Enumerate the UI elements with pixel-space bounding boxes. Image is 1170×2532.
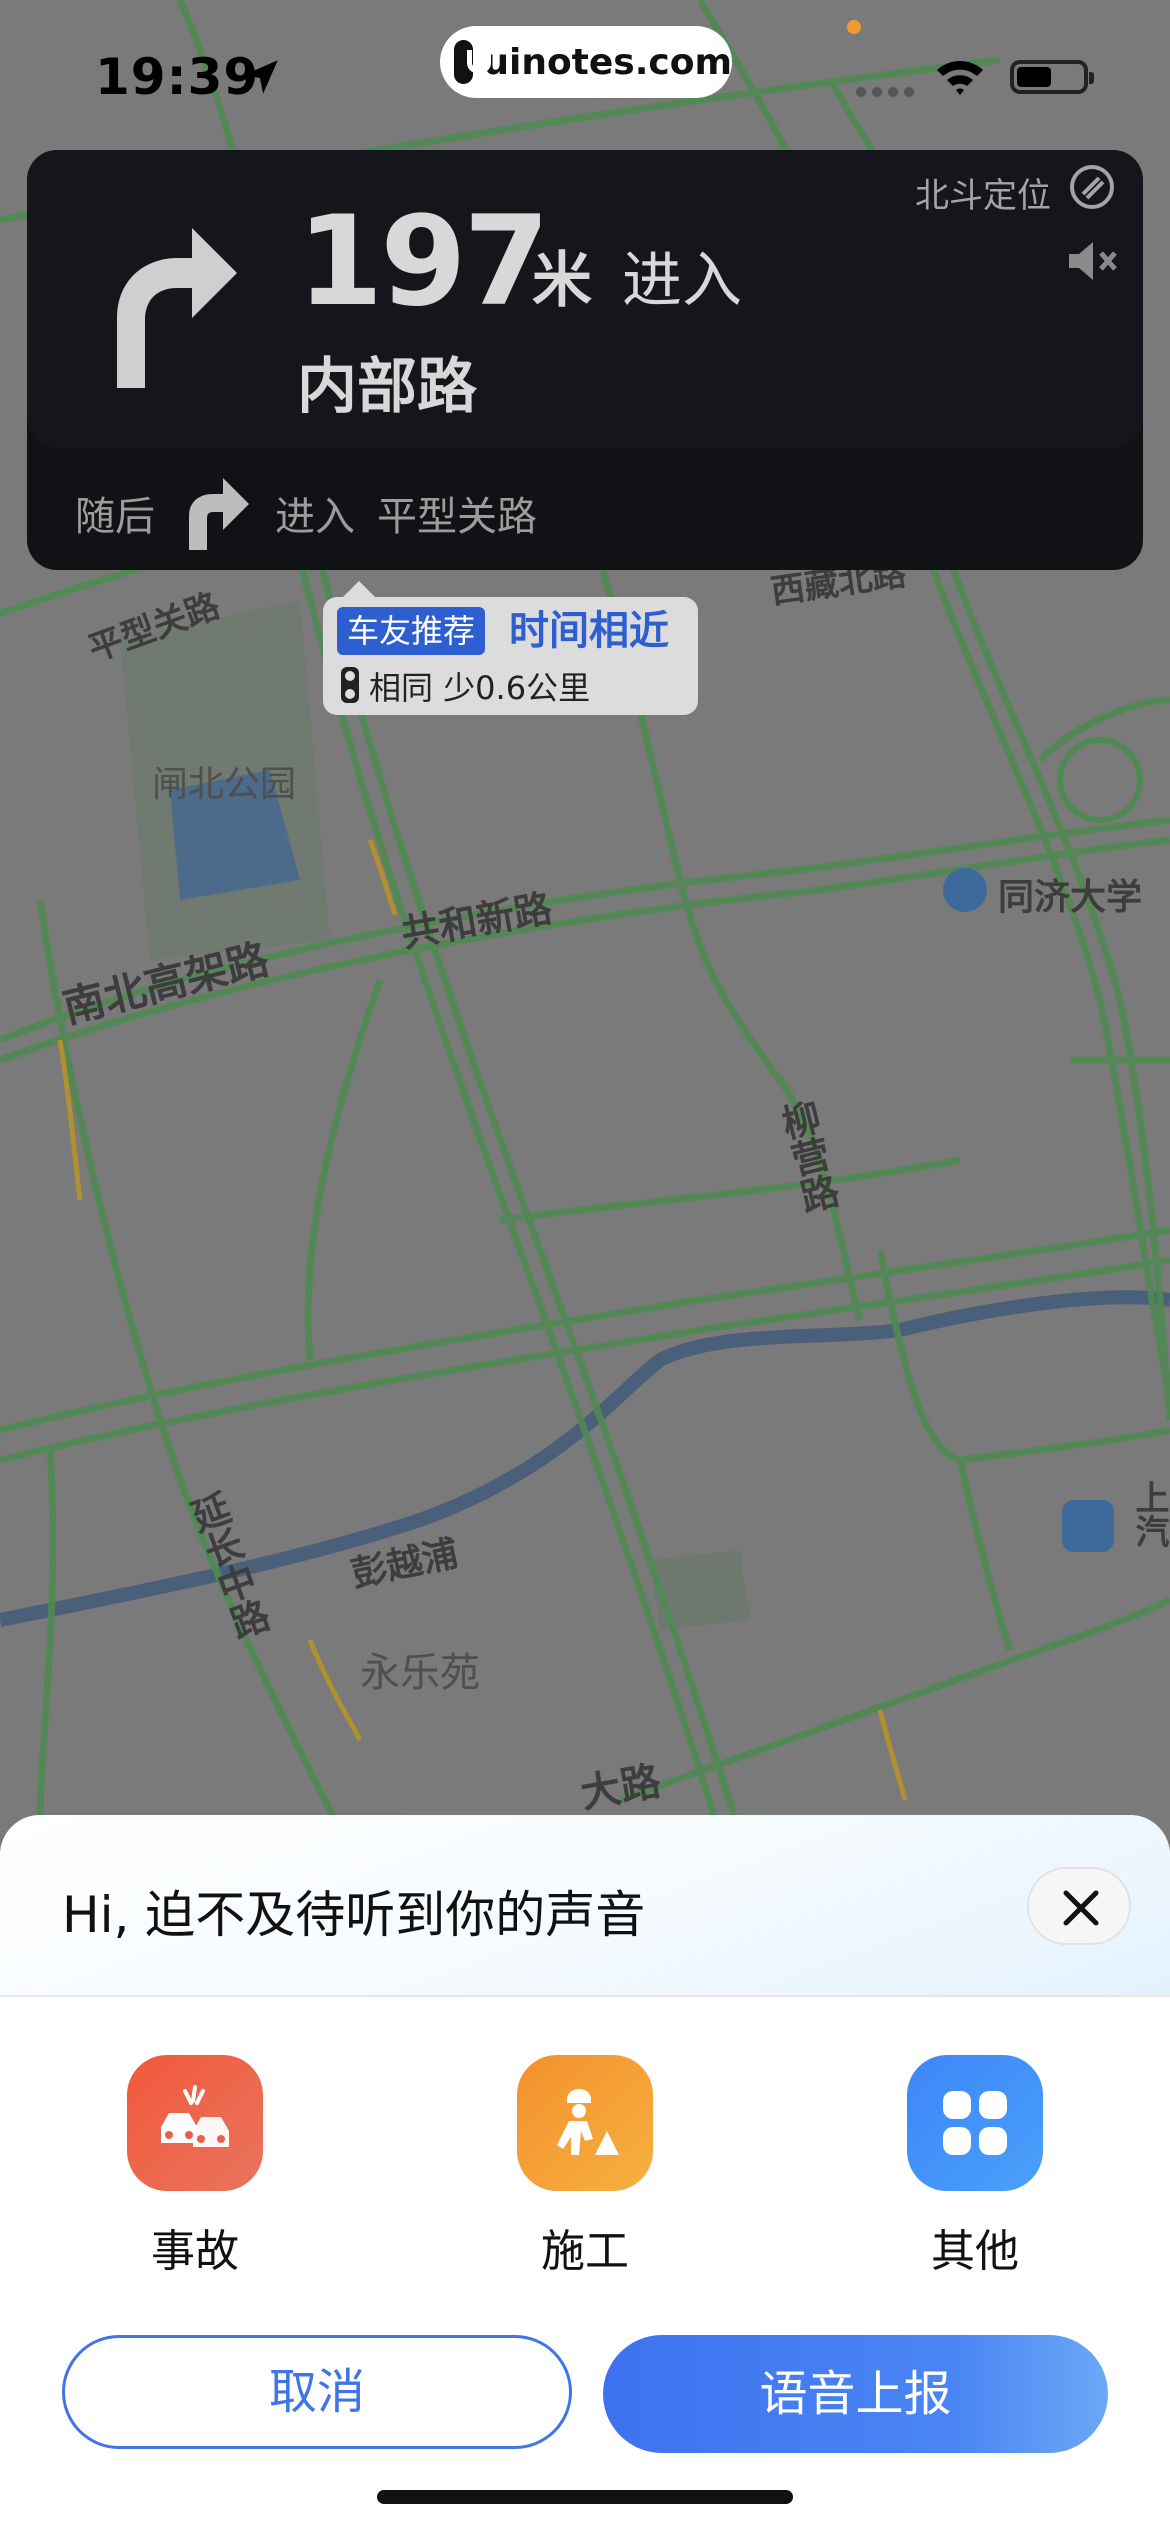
route-detail: 相同 少0.6公里: [369, 669, 591, 707]
next-step-label: 随后: [75, 494, 155, 540]
route-headline: 时间相近: [509, 608, 669, 654]
sheet-title: Hi, 迫不及待听到你的声音: [62, 1886, 646, 1944]
construction-tile: [517, 2055, 653, 2191]
nav-distance-unit: 米: [532, 246, 592, 316]
next-step-road: 平型关路: [377, 494, 537, 540]
close-button[interactable]: [1027, 1867, 1131, 1945]
satellite-icon: [1070, 165, 1114, 209]
report-option-label: 事故: [151, 2226, 239, 2277]
signal-icon: [856, 87, 914, 97]
map-label-shang-qi: 上汽: [1129, 1480, 1169, 1548]
map-label-zhabei-park: 闸北公园: [152, 764, 297, 805]
report-bottom-sheet: Hi, 迫不及待听到你的声音 事故 施工 其他 取消 语音上报: [0, 1815, 1170, 2532]
status-bar: 19:39 uinotes.com: [0, 0, 1170, 150]
route-recommendation-tip[interactable]: 车友推荐 时间相近 相同 少0.6公里: [323, 581, 698, 715]
watermark-text: uinotes.com: [483, 41, 732, 83]
privacy-indicator-dot: [847, 20, 861, 34]
nav-road-name: 内部路: [297, 352, 477, 422]
navigation-next-step: 随后 进入 平型关路: [27, 448, 1143, 570]
beidou-positioning-label: 北斗定位: [915, 176, 1051, 216]
nav-distance: 197: [297, 190, 550, 334]
next-turn-right-icon: [189, 478, 249, 550]
report-option-other[interactable]: 其他: [875, 2055, 1075, 2285]
map-label-yongleyuan: 永乐苑: [360, 1650, 480, 1696]
wifi-icon: [937, 61, 983, 95]
accident-tile: [127, 2055, 263, 2191]
traffic-light-icon: [341, 667, 359, 703]
voice-report-button[interactable]: 语音上报: [603, 2335, 1108, 2453]
nav-action: 进入: [622, 246, 742, 316]
route-badge: 车友推荐: [337, 607, 486, 655]
grid-icon: [943, 2091, 1007, 2155]
report-option-label: 施工: [541, 2226, 629, 2277]
construction-worker-icon: [557, 2089, 619, 2155]
next-step-action: 进入: [275, 494, 355, 540]
navigation-main: 197 米 进入 内部路 北斗定位: [27, 150, 1143, 448]
status-time: 19:39: [95, 48, 260, 106]
other-tile: [907, 2055, 1043, 2191]
mute-speaker-icon[interactable]: [1065, 238, 1121, 284]
report-option-label: 其他: [931, 2226, 1019, 2277]
report-option-accident[interactable]: 事故: [95, 2055, 295, 2285]
watermark-logo-icon: [454, 40, 492, 84]
navigation-panel[interactable]: 197 米 进入 内部路 北斗定位 随后 进入 平型关路: [27, 150, 1143, 570]
close-icon: [1063, 1890, 1099, 1926]
car-accident-icon: [161, 2085, 229, 2147]
report-option-construction[interactable]: 施工: [485, 2055, 685, 2285]
sheet-header: Hi, 迫不及待听到你的声音: [0, 1815, 1170, 1997]
home-indicator[interactable]: [377, 2490, 793, 2504]
watermark: uinotes.com: [440, 26, 732, 98]
cancel-button[interactable]: 取消: [62, 2335, 572, 2449]
turn-right-arrow-icon: [117, 228, 237, 388]
battery-icon: [1010, 60, 1094, 94]
map-label-tongji: 同济大学: [998, 877, 1143, 918]
location-arrow-icon: [244, 60, 278, 94]
